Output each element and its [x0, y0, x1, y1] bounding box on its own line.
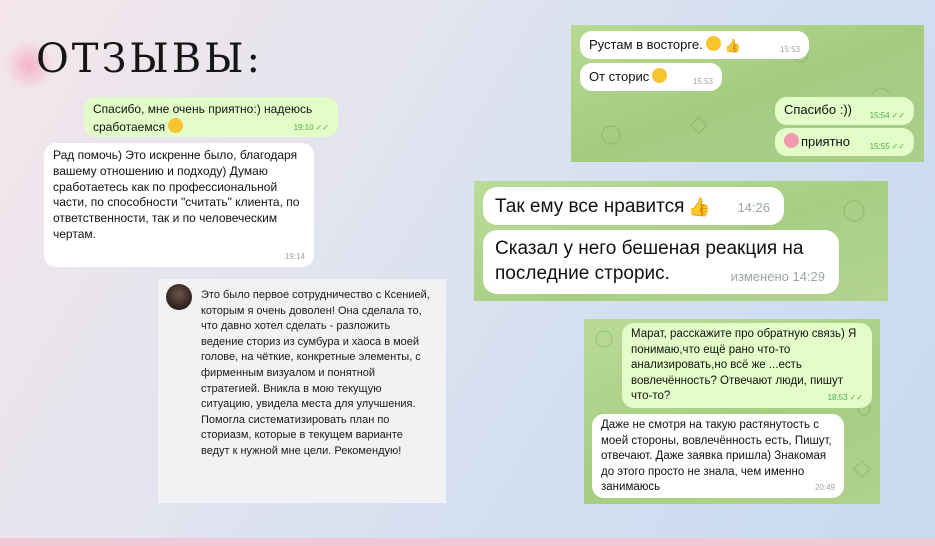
message-time: 15:54	[869, 110, 890, 120]
message-meta: 18:53 ✓✓	[828, 393, 863, 404]
smiling-face-icon	[652, 68, 668, 83]
message-meta: 15:54 ✓✓	[870, 111, 905, 121]
avatar	[166, 284, 192, 310]
thumbs-up-icon: 👍	[724, 38, 741, 53]
message-time: 15:53	[779, 44, 800, 54]
double-check-icon: ✓✓	[849, 393, 863, 403]
message-time: изменено 14:29	[730, 269, 825, 285]
review-text: Это было первое сотрудничество с Ксенией…	[201, 289, 430, 458]
message-time: 20:49	[814, 483, 835, 493]
chat2-panel: Рустам в восторге. 👍 15:53 От сторис 15:5…	[571, 25, 924, 162]
message-time: 18:53	[827, 393, 848, 403]
chat2-message-3: Спасибо :)) 15:54 ✓✓	[775, 97, 914, 125]
message-text: Так ему все нравится	[495, 196, 685, 217]
double-check-icon: ✓✓	[315, 122, 329, 132]
bottom-strip	[0, 538, 935, 546]
chat3-message-2: Сказал у него бешеная реакция на последн…	[483, 230, 839, 294]
message-text: Рад помочь) Это искренне было, благодаря…	[53, 148, 300, 242]
message-text: Спасибо :))	[784, 102, 852, 117]
chat4-panel: Марат, расскажите про обратную связь) Я …	[584, 319, 880, 504]
message-time: 19:10	[293, 122, 314, 132]
message-time: 15:53	[692, 76, 713, 86]
chat2-message-1: Рустам в восторге. 👍 15:53	[580, 31, 809, 59]
chat2-message-4: приятно 15:55 ✓✓	[775, 128, 914, 156]
message-time: 15:55	[869, 141, 890, 151]
thumbs-up-icon: 👍	[688, 197, 711, 217]
chat1-incoming-message: Рад помочь) Это искренне было, благодаря…	[44, 143, 314, 267]
double-check-icon: ✓✓	[891, 141, 905, 151]
message-meta: 19:10 ✓✓	[294, 123, 329, 133]
message-text: Спасибо, мне очень приятно:) надеюсь сра…	[93, 102, 313, 134]
relieved-face-icon	[168, 117, 184, 133]
page-title: ОТЗЫВЫ:	[36, 36, 263, 82]
chat4-outgoing-message: Марат, расскажите про обратную связь) Я …	[622, 323, 872, 408]
chat1-outgoing-message: Спасибо, мне очень приятно:) надеюсь сра…	[84, 97, 338, 137]
message-time: 14:26	[737, 200, 770, 216]
smiling-hearts-face-icon	[784, 133, 799, 148]
message-text: Рустам в восторге.	[589, 37, 703, 52]
chat3-panel: Так ему все нравится 👍 14:26 Сказал у нег…	[474, 181, 888, 301]
message-meta: 15:55 ✓✓	[870, 142, 905, 152]
message-text: От сторис	[589, 69, 650, 84]
message-text: Даже не смотря на такую растянутость с м…	[601, 419, 832, 494]
chat3-message-1: Так ему все нравится 👍 14:26	[483, 187, 784, 225]
double-check-icon: ✓✓	[891, 110, 905, 120]
message-time: 19:14	[284, 252, 305, 262]
chat2-message-2: От сторис 15:53	[580, 63, 722, 91]
message-text: приятно	[801, 134, 850, 149]
message-text: Марат, расскажите про обратную связь) Я …	[631, 328, 857, 403]
kissing-face-icon	[705, 36, 721, 51]
chat4-incoming-message: Даже не смотря на такую растянутость с м…	[592, 414, 844, 498]
review-card: Это было первое сотрудничество с Ксенией…	[158, 279, 446, 503]
